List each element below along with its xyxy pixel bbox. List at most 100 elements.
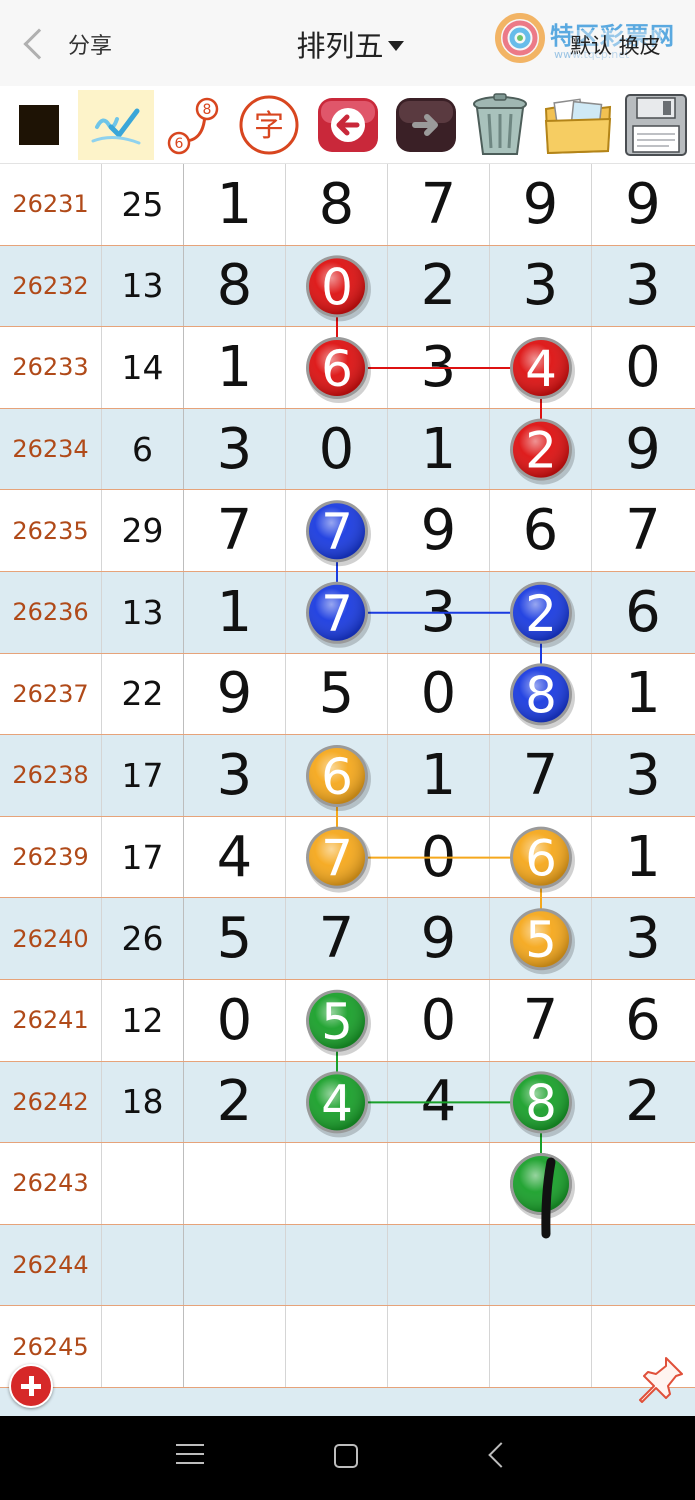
issue-number: 26242 xyxy=(0,1061,102,1143)
trend-grid[interactable]: 26231 25 1 8 7 9 9 26232 13 8 0 2 3 3 26233 14 1 6 3 4 0 2623… xyxy=(0,164,695,1388)
digit-cell-3[interactable]: 0 xyxy=(388,979,490,1061)
digit-cell-1[interactable]: 5 xyxy=(184,898,286,979)
digit-cell-4[interactable]: 4 xyxy=(490,327,592,408)
digit-cell-5[interactable]: 2 xyxy=(592,1062,694,1143)
digit-cell-4[interactable]: 2 xyxy=(490,408,592,490)
digit-cell-3[interactable]: 4 xyxy=(388,1061,490,1143)
digit-cell-4[interactable]: 8 xyxy=(490,1061,592,1143)
digit-cell-2[interactable] xyxy=(286,1306,388,1387)
digit-cell-1[interactable]: 1 xyxy=(184,327,286,408)
digit-cell-5[interactable]: 0 xyxy=(592,327,694,408)
digit-cell-4[interactable]: 9 xyxy=(490,164,592,245)
digit-cell-4[interactable]: 8 xyxy=(490,653,592,735)
digit-cell-2[interactable]: 4 xyxy=(286,1061,388,1143)
digit-cell-3[interactable]: 0 xyxy=(388,653,490,735)
digit-cell-1[interactable]: 1 xyxy=(184,571,286,653)
digit-cell-2[interactable]: 0 xyxy=(286,245,388,327)
digit-cell-5[interactable]: 3 xyxy=(592,898,694,979)
digit-cell-4[interactable]: 6 xyxy=(490,490,592,571)
digit-cell-1[interactable]: 2 xyxy=(184,1061,286,1143)
digit-cell-5[interactable]: 6 xyxy=(592,572,694,653)
digit-cell-5[interactable]: 3 xyxy=(592,735,694,816)
digit-cell-3[interactable]: 3 xyxy=(388,571,490,653)
digit-cell-2[interactable]: 5 xyxy=(286,979,388,1061)
digit-cell-1[interactable] xyxy=(184,1224,286,1306)
digit-cell-4[interactable]: 2 xyxy=(490,571,592,653)
floppy-disk-icon xyxy=(625,94,687,156)
digit-cell-4[interactable]: 5 xyxy=(490,898,592,979)
digit-cell-1[interactable]: 1 xyxy=(184,164,286,245)
digit-cell-2[interactable] xyxy=(286,1143,388,1224)
digit-cell-3[interactable]: 0 xyxy=(388,816,490,898)
default-skin-button[interactable]: 默认 换皮 xyxy=(570,30,661,60)
digit-cell-3[interactable] xyxy=(388,1306,490,1387)
line-tool-button[interactable]: 8 6 xyxy=(158,90,228,160)
redo-button[interactable] xyxy=(390,90,462,160)
digit-cell-2[interactable]: 5 xyxy=(286,653,388,735)
digit-cell-1[interactable]: 9 xyxy=(184,653,286,735)
digit-cell-3[interactable]: 1 xyxy=(388,408,490,490)
pen-tool-button[interactable] xyxy=(78,90,154,160)
clear-trash-button[interactable] xyxy=(462,90,538,160)
add-row-button[interactable] xyxy=(9,1364,53,1408)
digit-cell-5[interactable] xyxy=(592,1143,694,1224)
pin-button[interactable] xyxy=(632,1352,688,1408)
digit-cell-1[interactable]: 0 xyxy=(184,979,286,1061)
digit-cell-3[interactable]: 1 xyxy=(388,735,490,816)
digit-cell-4[interactable] xyxy=(490,1143,592,1224)
undo-button[interactable] xyxy=(312,90,384,160)
digit-cell-3[interactable] xyxy=(388,1143,490,1224)
text-tool-button[interactable]: 字 xyxy=(232,90,306,160)
digit-cell-2[interactable]: 8 xyxy=(286,164,388,245)
digit-cell-3[interactable]: 9 xyxy=(388,490,490,571)
digit-cell-2[interactable]: 6 xyxy=(286,327,388,408)
table-row: 26231 25 1 8 7 9 9 xyxy=(0,164,695,246)
table-row: 26236 13 1 7 3 2 6 xyxy=(0,571,695,654)
digit-cell-4[interactable]: 7 xyxy=(490,735,592,816)
digit-cell-1[interactable]: 4 xyxy=(184,816,286,898)
digit-cell-2[interactable]: 7 xyxy=(286,571,388,653)
digit-cell-1[interactable] xyxy=(184,1143,286,1224)
digit-cell-1[interactable]: 7 xyxy=(184,490,286,571)
digit-cell-4[interactable]: 3 xyxy=(490,245,592,327)
lottery-type-selector[interactable]: 排列五 xyxy=(250,22,450,66)
table-row: 26235 29 7 7 9 6 7 xyxy=(0,490,695,572)
digit-cell-5[interactable]: 9 xyxy=(592,164,694,245)
digit-cell-1[interactable]: 3 xyxy=(184,408,286,490)
digit-cell-1[interactable]: 3 xyxy=(184,735,286,816)
digit-cell-5[interactable]: 1 xyxy=(592,654,694,735)
nav-recents-button[interactable] xyxy=(176,1444,204,1468)
digit-cell-4[interactable]: 7 xyxy=(490,979,592,1061)
digit-cell-2[interactable]: 0 xyxy=(286,408,388,490)
digit-cell-2[interactable] xyxy=(286,1224,388,1306)
sum-value: 26 xyxy=(102,898,184,979)
back-share-button[interactable]: 分享 xyxy=(18,22,128,66)
digit-cell-4[interactable] xyxy=(490,1306,592,1387)
digit-cell-1[interactable]: 8 xyxy=(184,245,286,327)
color-picker-button[interactable] xyxy=(6,90,72,160)
digit-cell-2[interactable]: 7 xyxy=(286,898,388,979)
nav-back-button[interactable] xyxy=(488,1442,514,1468)
digit-cell-3[interactable]: 9 xyxy=(388,898,490,979)
digit-cell-3[interactable]: 7 xyxy=(388,164,490,245)
digit-cell-5[interactable]: 9 xyxy=(592,409,694,490)
digit-cell-3[interactable] xyxy=(388,1224,490,1306)
digit-cell-5[interactable]: 7 xyxy=(592,490,694,571)
pushpin-icon xyxy=(639,1357,683,1403)
background-image-button[interactable] xyxy=(540,90,616,160)
digit-cell-2[interactable]: 6 xyxy=(286,735,388,816)
digit-cell-2[interactable]: 7 xyxy=(286,490,388,571)
digit-cell-5[interactable]: 3 xyxy=(592,246,694,327)
digit-cell-4[interactable] xyxy=(490,1224,592,1306)
digit-cell-5[interactable]: 1 xyxy=(592,817,694,898)
digit-cell-5[interactable] xyxy=(592,1225,694,1306)
digit-cell-2[interactable]: 7 xyxy=(286,816,388,898)
digit-cell-3[interactable]: 2 xyxy=(388,245,490,327)
sum-value xyxy=(102,1224,184,1306)
digit-cell-3[interactable]: 3 xyxy=(388,327,490,408)
digit-cell-5[interactable]: 6 xyxy=(592,980,694,1061)
nav-home-button[interactable] xyxy=(334,1444,358,1468)
digit-cell-1[interactable] xyxy=(184,1306,286,1387)
digit-cell-4[interactable]: 6 xyxy=(490,816,592,898)
save-button[interactable] xyxy=(618,90,694,160)
